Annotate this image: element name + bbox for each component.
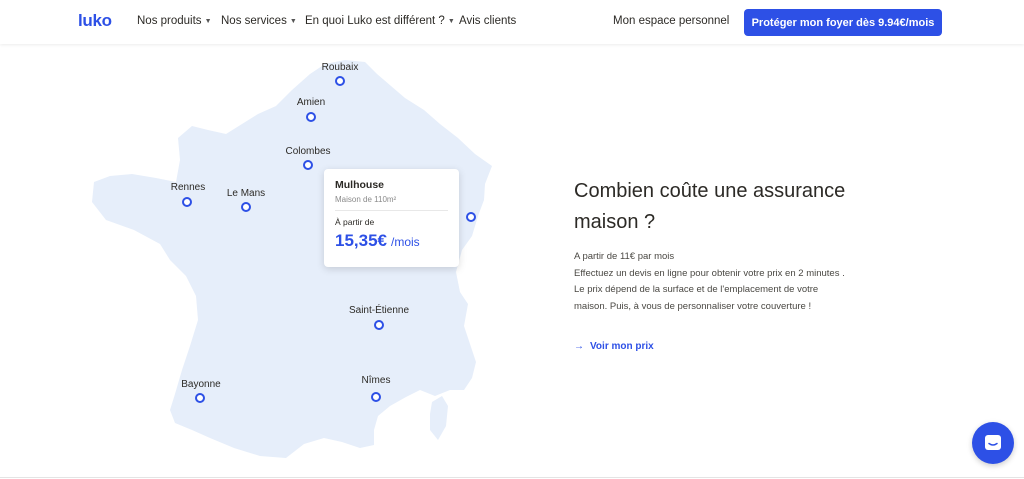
city-label-roubaix: Roubaix bbox=[321, 62, 359, 73]
city-marker-mulhouse[interactable] bbox=[466, 212, 476, 222]
desc-line: A partir de 11€ par mois bbox=[574, 251, 675, 262]
tooltip-unit: /mois bbox=[391, 235, 420, 249]
city-label-le-mans: Le Mans bbox=[226, 188, 266, 199]
city-label-nimes: Nîmes bbox=[361, 375, 391, 386]
link-label: Voir mon prix bbox=[590, 341, 654, 352]
nav-item-nos-produits[interactable]: Nos produits ▼ bbox=[137, 15, 212, 27]
city-label-saint-etienne: Saint-Étienne bbox=[348, 305, 410, 316]
price-tooltip: Mulhouse Maison de 110m² À partir de 15,… bbox=[324, 169, 459, 267]
nav-item-nos-services[interactable]: Nos services ▼ bbox=[221, 15, 297, 27]
heading-line-1: Combien coûte une assurance bbox=[574, 180, 846, 202]
arrow-right-icon: → bbox=[574, 341, 584, 352]
tooltip-from-label: À partir de bbox=[335, 217, 375, 227]
city-label-amien: Amien bbox=[296, 97, 326, 108]
cta-button[interactable]: Protéger mon foyer dès 9.94€/mois bbox=[744, 9, 942, 36]
city-marker-amien[interactable] bbox=[306, 112, 316, 122]
tooltip-price: 15,35€ /mois bbox=[335, 231, 448, 251]
nav-item-difference[interactable]: En quoi Luko est différent ? ▼ bbox=[305, 15, 455, 27]
city-marker-le-mans[interactable] bbox=[241, 202, 251, 212]
city-marker-rennes[interactable] bbox=[182, 197, 192, 207]
section-description: A partir de 11€ par mois Effectuez un de… bbox=[574, 249, 904, 315]
caret-down-icon: ▼ bbox=[204, 18, 212, 25]
nav-item-label: Avis clients bbox=[459, 15, 517, 27]
city-label-bayonne: Bayonne bbox=[181, 379, 221, 390]
city-label-colombes: Colombes bbox=[285, 146, 331, 157]
nav-item-label: Nos services bbox=[221, 15, 287, 27]
caret-down-icon: ▼ bbox=[447, 18, 455, 25]
desc-line: maison. Puis, à vous de personnaliser vo… bbox=[574, 300, 812, 312]
section-heading: Combien coûte une assurance maison ? bbox=[574, 176, 904, 238]
nav-item-label: Nos produits bbox=[137, 15, 202, 27]
nav-item-avis-clients[interactable]: Avis clients bbox=[459, 15, 516, 27]
espace-personnel-link[interactable]: Mon espace personnel bbox=[613, 15, 729, 27]
city-marker-saint-etienne[interactable] bbox=[374, 320, 384, 330]
tooltip-city: Mulhouse bbox=[335, 179, 384, 191]
city-marker-colombes[interactable] bbox=[303, 160, 313, 170]
desc-line: Le prix dépend de la surface et de l'emp… bbox=[574, 284, 819, 295]
logo[interactable]: luko bbox=[78, 11, 112, 31]
section-divider bbox=[0, 477, 1024, 478]
chat-button[interactable] bbox=[972, 422, 1014, 464]
city-marker-nimes[interactable] bbox=[371, 392, 381, 402]
tooltip-divider bbox=[335, 210, 448, 211]
heading-line-2: maison ? bbox=[574, 211, 656, 233]
nav-item-label: En quoi Luko est différent ? bbox=[305, 15, 445, 27]
city-marker-roubaix[interactable] bbox=[335, 76, 345, 86]
voir-mon-prix-link[interactable]: → Voir mon prix bbox=[574, 341, 654, 352]
city-marker-bayonne[interactable] bbox=[195, 393, 205, 403]
desc-line: Effectuez un devis en ligne pour obtenir… bbox=[574, 267, 845, 279]
chat-icon bbox=[985, 435, 1001, 450]
tooltip-amount: 15,35€ bbox=[335, 231, 387, 250]
tooltip-subtitle: Maison de 110m² bbox=[335, 195, 397, 204]
navbar: luko Nos produits ▼ Nos services ▼ En quoi… bbox=[0, 0, 1024, 44]
caret-down-icon: ▼ bbox=[289, 18, 297, 25]
city-label-rennes: Rennes bbox=[170, 182, 206, 193]
